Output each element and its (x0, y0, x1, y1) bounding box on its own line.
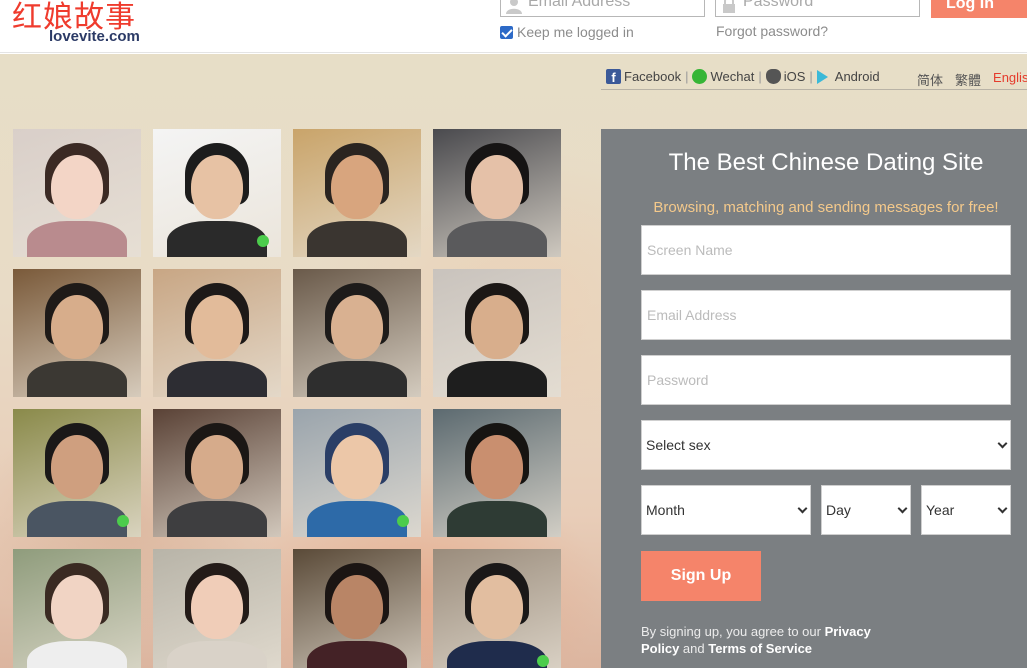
facebook-link[interactable]: f Facebook (606, 69, 682, 85)
profile-photo-3[interactable] (293, 129, 421, 257)
login-email-placeholder: Email Address (528, 0, 631, 10)
profile-photo-5[interactable] (13, 269, 141, 397)
separator: | (809, 69, 813, 84)
login-email-field[interactable]: Email Address (500, 0, 705, 17)
separator: | (758, 69, 762, 84)
profile-photo-10[interactable] (153, 409, 281, 537)
online-indicator (257, 235, 269, 247)
sex-select[interactable]: Select sex (641, 420, 1011, 470)
terms-prefix: By signing up, you agree to our (641, 624, 825, 639)
profile-photo-13[interactable] (13, 549, 141, 668)
month-select[interactable]: Month (641, 485, 811, 535)
screen-name-input[interactable]: Screen Name (641, 225, 1011, 275)
profile-photo-2[interactable] (153, 129, 281, 257)
sex-select-value: Select sex (646, 437, 711, 453)
header: 红娘故事 lovevite.com Email Address Password… (0, 0, 1027, 53)
ios-link[interactable]: iOS (765, 69, 806, 84)
facebook-icon: f (606, 69, 621, 85)
online-indicator (117, 515, 129, 527)
profile-photo-1[interactable] (13, 129, 141, 257)
social-bar: f Facebook | Wechat | iOS | Android (606, 69, 880, 85)
terms-notice: By signing up, you agree to our Privacy … (641, 623, 901, 657)
day-select-value: Day (826, 502, 851, 518)
divider (601, 89, 1027, 90)
month-select-value: Month (646, 502, 685, 518)
keep-logged-in-checkbox[interactable] (500, 25, 513, 39)
facebook-label: Facebook (624, 69, 682, 84)
forgot-password-link[interactable]: Forgot password? (716, 23, 828, 39)
lang-english[interactable]: English (993, 70, 1027, 89)
profile-photo-15[interactable] (293, 549, 421, 668)
language-switcher: 简体 繁體 English (917, 70, 1027, 89)
wechat-link[interactable]: Wechat (692, 69, 754, 84)
online-indicator (537, 655, 549, 667)
profile-photo-8[interactable] (433, 269, 561, 397)
lock-icon (723, 0, 735, 13)
signup-title: The Best Chinese Dating Site (668, 149, 984, 176)
profile-photo-6[interactable] (153, 269, 281, 397)
apple-icon (765, 69, 781, 84)
login-password-placeholder: Password (743, 0, 814, 10)
profile-grid (13, 129, 561, 668)
year-select-value: Year (926, 502, 955, 518)
user-icon (506, 0, 522, 14)
email-input[interactable]: Email Address (641, 290, 1011, 340)
online-indicator (397, 515, 409, 527)
signup-subtitle: Browsing, matching and sending messages … (653, 199, 999, 216)
keep-logged-in-label: Keep me logged in (517, 24, 634, 40)
password-input[interactable]: Password (641, 355, 1011, 405)
profile-photo-9[interactable] (13, 409, 141, 537)
signup-button[interactable]: Sign Up (641, 551, 761, 601)
year-select[interactable]: Year (921, 485, 1011, 535)
chevron-down-icon (897, 503, 908, 514)
terms-of-service-link[interactable]: Terms of Service (708, 641, 812, 656)
profile-photo-16[interactable] (433, 549, 561, 668)
google-play-icon (816, 69, 828, 84)
android-link[interactable]: Android (816, 69, 880, 84)
separator: | (685, 69, 689, 84)
day-select[interactable]: Day (821, 485, 911, 535)
signup-panel: The Best Chinese Dating Site Browsing, m… (601, 129, 1027, 668)
lang-simplified[interactable]: 简体 (917, 70, 943, 89)
login-password-field[interactable]: Password (715, 0, 920, 17)
lang-traditional[interactable]: 繁體 (955, 70, 981, 89)
terms-and: and (679, 641, 709, 656)
profile-photo-12[interactable] (433, 409, 561, 537)
chevron-down-icon (997, 503, 1008, 514)
ios-label: iOS (783, 69, 806, 84)
profile-photo-11[interactable] (293, 409, 421, 537)
profile-photo-4[interactable] (433, 129, 561, 257)
chevron-down-icon (797, 503, 808, 514)
wechat-icon (692, 69, 708, 84)
android-label: Android (834, 69, 880, 84)
profile-photo-7[interactable] (293, 269, 421, 397)
login-button[interactable]: Log In (931, 0, 1027, 18)
profile-photo-14[interactable] (153, 549, 281, 668)
chevron-down-icon (997, 438, 1008, 449)
keep-logged-in[interactable]: Keep me logged in (500, 24, 634, 40)
logo-english[interactable]: lovevite.com (49, 28, 140, 45)
wechat-label: Wechat (710, 69, 755, 84)
